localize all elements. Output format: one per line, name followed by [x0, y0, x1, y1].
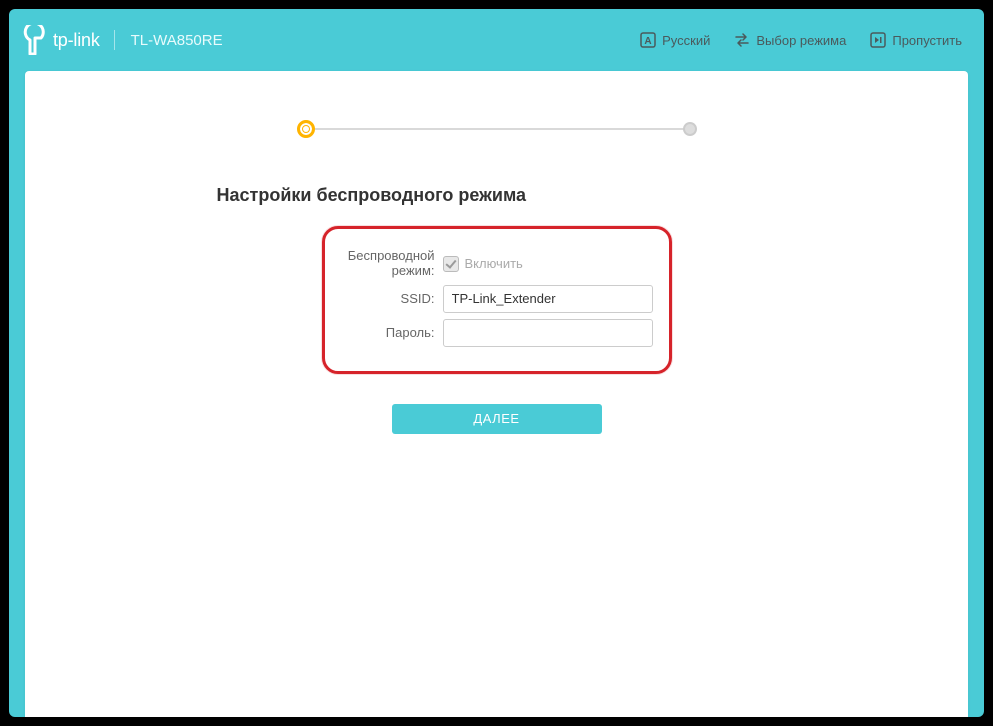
ssid-row: SSID:: [333, 285, 653, 313]
enable-checkbox-label: Включить: [465, 256, 523, 271]
stepper-line: [306, 128, 688, 130]
skip-button[interactable]: Пропустить: [870, 32, 962, 48]
app-frame: tp-link TL-WA850RE А Русский Выбор режим…: [9, 9, 984, 717]
wireless-settings-group: Беспроводной режим: Включить SSID: Парол…: [322, 226, 672, 374]
brand-name: tp-link: [53, 30, 100, 51]
frame-corner-icon: [979, 712, 993, 726]
skip-label: Пропустить: [892, 33, 962, 48]
password-label: Пароль:: [333, 325, 443, 341]
ssid-input[interactable]: [443, 285, 653, 313]
skip-icon: [870, 32, 886, 48]
password-input[interactable]: [443, 319, 653, 347]
step-current-icon: [297, 120, 315, 138]
brand-block: tp-link TL-WA850RE: [21, 25, 223, 55]
device-model: TL-WA850RE: [131, 32, 223, 49]
ssid-label: SSID:: [333, 291, 443, 307]
language-icon: А: [640, 32, 656, 48]
separator: [114, 30, 115, 50]
frame-corner-icon: [0, 0, 14, 14]
password-row: Пароль:: [333, 319, 653, 347]
frame-corner-icon: [0, 712, 14, 726]
header-actions: А Русский Выбор режима Пропустить: [640, 32, 962, 48]
wireless-mode-label: Беспроводной режим:: [333, 249, 443, 279]
tplink-logo-icon: [21, 25, 47, 55]
mode-selector[interactable]: Выбор режима: [734, 33, 846, 48]
wireless-mode-row: Беспроводной режим: Включить: [333, 249, 653, 279]
svg-text:А: А: [645, 36, 652, 47]
step-next-icon: [683, 122, 697, 136]
next-button[interactable]: ДАЛЕЕ: [392, 404, 602, 434]
page-title: Настройки беспроводного режима: [217, 185, 777, 206]
header-bar: tp-link TL-WA850RE А Русский Выбор режим…: [9, 9, 984, 71]
language-selector[interactable]: А Русский: [640, 32, 710, 48]
language-label: Русский: [662, 33, 710, 48]
enable-checkbox[interactable]: [443, 256, 459, 272]
frame-corner-icon: [979, 0, 993, 14]
wizard-stepper: [297, 119, 697, 141]
mode-label: Выбор режима: [756, 33, 846, 48]
swap-icon: [734, 33, 750, 47]
content-panel: Настройки беспроводного режима Беспровод…: [25, 71, 968, 717]
